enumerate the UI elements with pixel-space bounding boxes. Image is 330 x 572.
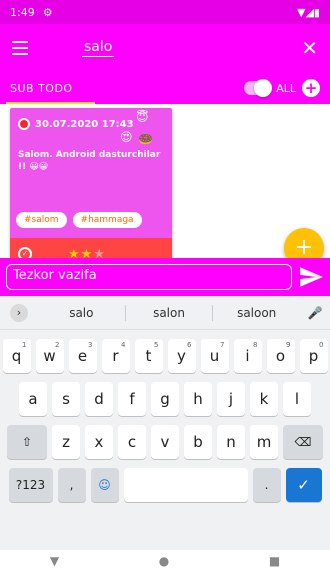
key[interactable]: k (250, 382, 278, 416)
quick-task-input[interactable]: Tezkor vazifa (6, 264, 292, 290)
recents-icon[interactable]: ■ (269, 554, 280, 568)
key[interactable]: c (118, 425, 146, 459)
card-date-text: 30.07.2020 17:43 (35, 118, 134, 130)
menu-icon[interactable] (12, 37, 34, 59)
enter-key[interactable]: ✓ (285, 468, 322, 502)
all-label: ALL (276, 81, 296, 95)
tab-bar: SUB TODO ALL + (0, 72, 330, 104)
key[interactable]: b (184, 425, 212, 459)
key[interactable]: g (151, 382, 179, 416)
mic-icon[interactable]: 🎤 (300, 306, 330, 320)
key[interactable]: m (250, 425, 278, 459)
back-icon[interactable]: ▼ (50, 554, 59, 568)
emoji-icon: 😍 (120, 130, 133, 144)
gear-icon: ⚙ (42, 5, 53, 19)
add-icon[interactable]: + (302, 79, 320, 97)
status-signal: ▼◢▮ (297, 5, 320, 19)
card-text: Salom. Android dasturchilar !! 😀😀 (18, 150, 161, 172)
emoji-key[interactable]: ☺ (90, 468, 119, 502)
key-row-2: a s d f g h j k l (0, 382, 330, 416)
status-bar: 1:49 ⚙ ▼◢▮ (0, 0, 330, 24)
suggestion[interactable]: saloon (213, 306, 300, 320)
home-icon[interactable]: ● (159, 554, 169, 568)
suggestion[interactable]: salon (126, 306, 213, 320)
key-row-4: ?123 , ☺ . ✓ (0, 468, 330, 502)
key[interactable]: f (118, 382, 146, 416)
key[interactable]: u7 (200, 339, 229, 373)
key[interactable]: p0 (299, 339, 328, 373)
comma-key[interactable]: , (57, 468, 86, 502)
emoji-icon: 😇 (136, 110, 149, 124)
key[interactable]: y6 (167, 339, 196, 373)
key[interactable]: q1 (2, 339, 31, 373)
key[interactable]: r4 (101, 339, 130, 373)
key[interactable]: s (52, 382, 80, 416)
donut-icon: 🍩 (138, 132, 153, 146)
nav-bar: ▼ ● ■ (0, 550, 330, 572)
key-row-1: q1 w2 e3 r4 t5 y6 u7 i8 o9 p0 (0, 339, 330, 373)
key[interactable]: i8 (233, 339, 262, 373)
symbols-key[interactable]: ?123 (8, 468, 53, 502)
key[interactable]: t5 (134, 339, 163, 373)
card-tags: #salom #hammaga (16, 212, 142, 228)
backspace-key[interactable]: ⌫ (283, 425, 323, 459)
suggestion[interactable]: salo (38, 306, 125, 320)
key[interactable]: j (217, 382, 245, 416)
key[interactable]: n (217, 425, 245, 459)
key[interactable]: w2 (35, 339, 64, 373)
key[interactable]: h (184, 382, 212, 416)
space-key[interactable] (123, 468, 248, 502)
key-row-3: ⇧ z x c v b n m ⌫ (0, 425, 330, 459)
suggestion-bar: › salo salon saloon 🎤 (0, 296, 330, 330)
key[interactable]: d (85, 382, 113, 416)
key[interactable]: z (52, 425, 80, 459)
key[interactable]: e3 (68, 339, 97, 373)
tab-sub-todo[interactable]: SUB TODO (6, 72, 95, 104)
key[interactable]: l (283, 382, 311, 416)
smiley-icon: ☺ (98, 478, 111, 492)
alarm-icon (18, 118, 30, 130)
todo-card[interactable]: 30.07.2020 17:43 😇 😍 🍩 Salom. Android da… (10, 108, 172, 270)
key[interactable]: a (19, 382, 47, 416)
period-key[interactable]: . (252, 468, 281, 502)
search-input[interactable]: salo (82, 39, 115, 57)
key[interactable]: o9 (266, 339, 295, 373)
app-bar: salo ✕ (0, 24, 330, 72)
send-icon[interactable] (298, 264, 324, 290)
tag-chip[interactable]: #hammaga (72, 212, 142, 228)
soft-keyboard: › salo salon saloon 🎤 q1 w2 e3 r4 t5 y6 … (0, 296, 330, 550)
quick-task-bar: Tezkor vazifa (0, 258, 330, 296)
chevron-right-icon[interactable]: › (10, 303, 28, 322)
tag-chip[interactable]: #salom (16, 212, 67, 228)
status-time: 1:49 (10, 5, 35, 19)
close-icon[interactable]: ✕ (301, 36, 318, 60)
key[interactable]: x (85, 425, 113, 459)
key[interactable]: v (151, 425, 179, 459)
shift-key[interactable]: ⇧ (7, 425, 47, 459)
card-date: 30.07.2020 17:43 (18, 118, 134, 130)
all-toggle[interactable] (244, 79, 273, 97)
